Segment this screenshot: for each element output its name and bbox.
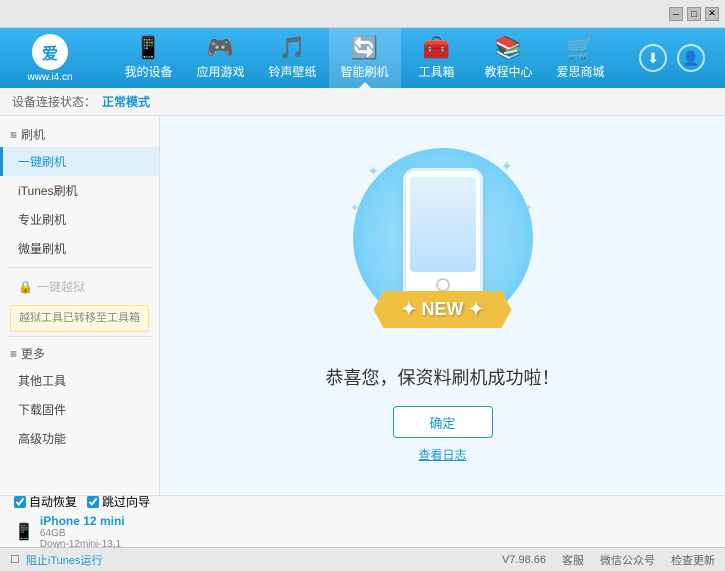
phone-home-button — [436, 278, 450, 292]
logo: 爱 www.i4.cn — [10, 34, 90, 83]
window-controls[interactable]: ─ □ ✕ — [669, 7, 719, 21]
auto-restore-checkbox[interactable]: 自动恢复 — [14, 493, 77, 510]
itunes-stop-link[interactable]: 阻止iTunes运行 — [26, 552, 103, 568]
nav-my-device-label: 我的设备 — [124, 63, 172, 80]
sidebar-item-other-tools[interactable]: 其他工具 — [0, 366, 159, 395]
device-checkboxes: 自动恢复 跳过向导 — [14, 493, 170, 510]
sidebar-divider-1 — [8, 267, 151, 268]
sidebar-section-more: ≡ 更多 — [0, 341, 159, 366]
nav-ringtone-label: 铃声壁纸 — [268, 63, 316, 80]
nav-apps[interactable]: 🎮 应用游戏 — [185, 28, 257, 88]
status-value: 正常模式 — [102, 93, 150, 110]
nav-my-device[interactable]: 📱 我的设备 — [113, 28, 185, 88]
sparkle-1: ✦ — [368, 163, 380, 180]
sidebar-section-flash-label: 刷机 — [21, 126, 45, 143]
device-phone-icon: 📱 — [14, 522, 34, 542]
device-details: iPhone 12 mini 64GB Down-12mini-13,1 — [40, 514, 125, 550]
skip-wizard-input[interactable] — [87, 496, 99, 508]
sparkle-3: ✦ — [524, 203, 532, 214]
title-bar: ─ □ ✕ — [0, 0, 725, 28]
new-ribbon: ✦ NEW ✦ — [373, 291, 511, 328]
device-bottom-row: 自动恢复 跳过向导 📱 iPhone 12 mini 64GB Down-12m… — [0, 495, 725, 547]
flash-icon: 🔄 — [351, 37, 378, 59]
status-label: 设备连接状态： — [12, 93, 96, 110]
sidebar-item-micro[interactable]: 微量刷机 — [0, 234, 159, 263]
content-area: ✦ ✦ ✦ ✦ ✦ NEW ✦ 恭喜您，保资料刷机成功啦！ 确定 查看日志 — [160, 116, 725, 495]
nav-tutorial-label: 教程中心 — [484, 63, 532, 80]
skip-wizard-checkbox[interactable]: 跳过向导 — [87, 493, 150, 510]
device-bottom-left: 自动恢复 跳过向导 📱 iPhone 12 mini 64GB Down-12m… — [10, 493, 170, 550]
sidebar-section-flash: ≡ 刷机 — [0, 122, 159, 147]
sidebar: ≡ 刷机 一键刷机 iTunes刷机 专业刷机 微量刷机 🔒 一键越狱 越狱工具… — [0, 116, 160, 495]
maximize-button[interactable]: □ — [687, 7, 701, 21]
ringtone-icon: 🎵 — [279, 37, 306, 59]
toolbox-icon: 🧰 — [423, 37, 450, 59]
sidebar-section-more-label: 更多 — [21, 345, 45, 362]
visit-log-link[interactable]: 查看日志 — [418, 446, 466, 463]
nav-shop[interactable]: 🛒 爱思商城 — [545, 28, 617, 88]
sidebar-item-download-firmware[interactable]: 下载固件 — [0, 395, 159, 424]
auto-restore-input[interactable] — [14, 496, 26, 508]
device-name: iPhone 12 mini — [40, 514, 125, 528]
device-info: 📱 iPhone 12 mini 64GB Down-12mini-13,1 — [14, 514, 170, 550]
nav-right-buttons: ⬇ 👤 — [639, 44, 715, 72]
nav-shop-label: 爱思商城 — [556, 63, 604, 80]
nav-flash-label: 智能刷机 — [340, 63, 388, 80]
sparkle-4: ✦ — [351, 203, 359, 214]
version-text: V7.98.66 — [502, 554, 546, 566]
success-text: 恭喜您，保资料刷机成功啦！ — [326, 364, 560, 390]
phone-illustration: ✦ ✦ ✦ ✦ ✦ NEW ✦ — [333, 148, 553, 348]
nav-toolbox-label: 工具箱 — [418, 63, 454, 80]
apps-icon: 🎮 — [207, 37, 234, 59]
wechat-link[interactable]: 微信公众号 — [600, 552, 655, 568]
top-nav: 爱 www.i4.cn 📱 我的设备 🎮 应用游戏 🎵 铃声壁纸 🔄 智能刷机 … — [0, 28, 725, 88]
shop-icon: 🛒 — [567, 37, 594, 59]
new-ribbon-wrapper: ✦ NEW ✦ — [373, 291, 511, 328]
nav-flash[interactable]: 🔄 智能刷机 — [329, 28, 401, 88]
itunes-bar: ☐ 阻止iTunes运行 V7.98.66 客服 微信公众号 检查更新 — [0, 547, 725, 571]
user-button[interactable]: 👤 — [677, 44, 705, 72]
sidebar-item-onekey[interactable]: 一键刷机 — [0, 147, 159, 176]
phone-body — [403, 168, 483, 308]
tutorial-icon: 📚 — [495, 37, 522, 59]
customer-service-link[interactable]: 客服 — [562, 552, 584, 568]
nav-ringtone[interactable]: 🎵 铃声壁纸 — [257, 28, 329, 88]
sidebar-section-flash-icon: ≡ — [10, 128, 17, 142]
sidebar-section-jailbreak: 🔒 一键越狱 — [0, 272, 159, 301]
nav-apps-label: 应用游戏 — [196, 63, 244, 80]
logo-icon: 爱 — [32, 34, 68, 70]
logo-text: www.i4.cn — [27, 72, 72, 83]
device-version: Down-12mini-13,1 — [40, 539, 125, 550]
minimize-button[interactable]: ─ — [669, 7, 683, 21]
sidebar-item-advanced[interactable]: 高级功能 — [0, 424, 159, 453]
nav-tutorial[interactable]: 📚 教程中心 — [473, 28, 545, 88]
sidebar-item-pro[interactable]: 专业刷机 — [0, 205, 159, 234]
main-layout: ≡ 刷机 一键刷机 iTunes刷机 专业刷机 微量刷机 🔒 一键越狱 越狱工具… — [0, 116, 725, 495]
status-bar: 设备连接状态： 正常模式 — [0, 88, 725, 116]
check-update-link[interactable]: 检查更新 — [671, 552, 715, 568]
nav-items: 📱 我的设备 🎮 应用游戏 🎵 铃声壁纸 🔄 智能刷机 🧰 工具箱 📚 教程中心… — [90, 28, 639, 88]
itunes-checkbox[interactable]: ☐ — [10, 553, 20, 566]
my-device-icon: 📱 — [135, 37, 162, 59]
sparkle-2: ✦ — [501, 158, 513, 175]
nav-toolbox[interactable]: 🧰 工具箱 — [401, 28, 473, 88]
sidebar-warning-jailbreak: 越狱工具已转移至工具箱 — [10, 305, 149, 332]
lock-icon: 🔒 — [18, 280, 33, 294]
confirm-button[interactable]: 确定 — [393, 406, 493, 438]
download-button[interactable]: ⬇ — [639, 44, 667, 72]
sidebar-section-more-icon: ≡ — [10, 347, 17, 361]
phone-screen — [410, 177, 476, 272]
device-storage: 64GB — [40, 528, 125, 539]
close-button[interactable]: ✕ — [705, 7, 719, 21]
sidebar-item-itunes[interactable]: iTunes刷机 — [0, 176, 159, 205]
sidebar-divider-2 — [8, 336, 151, 337]
footer-right: V7.98.66 客服 微信公众号 检查更新 — [102, 552, 715, 568]
